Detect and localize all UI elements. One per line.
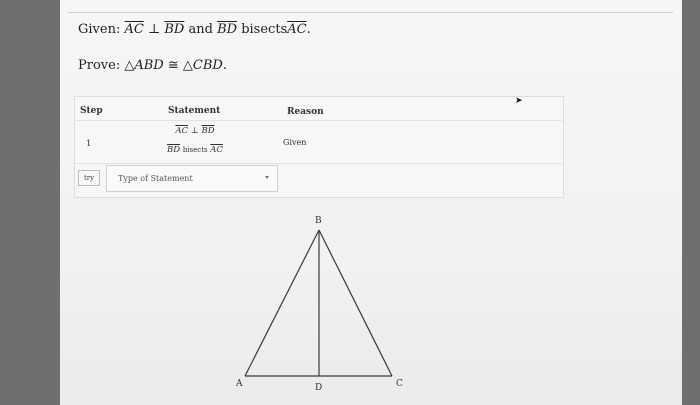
vertex-c-label: C: [396, 379, 403, 389]
vertex-a-label: A: [235, 379, 243, 389]
triangle-diagram: B A D C: [235, 216, 403, 393]
segment-ba: [244, 229, 320, 377]
segment-bc: [318, 229, 393, 377]
vertex-b-label: B: [315, 216, 322, 226]
vertex-d-label: D: [315, 383, 322, 393]
